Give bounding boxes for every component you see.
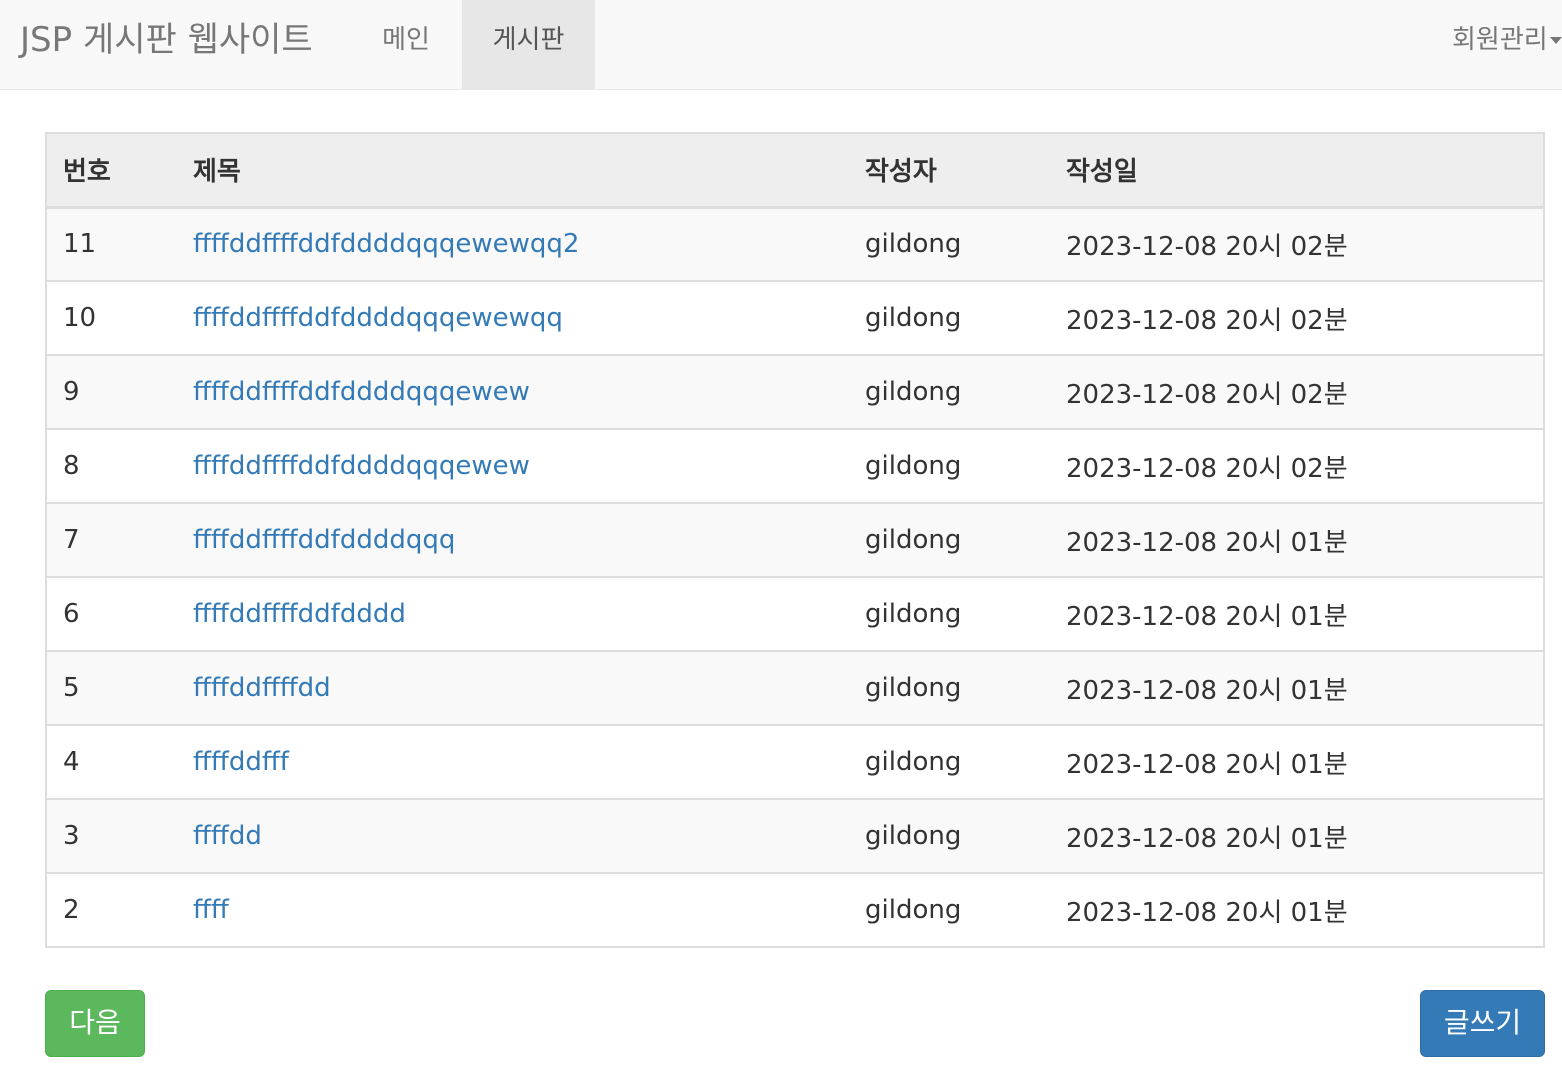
post-title-cell: ffffddfff (177, 724, 849, 799)
post-author: gildong (849, 872, 1050, 947)
post-date: 2023-12-08 20시 01분 (1050, 724, 1544, 799)
post-number: 7 (46, 502, 177, 577)
post-title-link[interactable]: ffffddfff (193, 747, 289, 777)
post-title-cell: ffffddffffddfddddqqqewewqq (177, 280, 849, 355)
member-menu-dropdown[interactable]: 회원관리 (1452, 0, 1562, 90)
table-row: 5 ffffddffffdd gildong 2023-12-08 20시 01분 (46, 650, 1544, 725)
post-author: gildong (849, 650, 1050, 725)
post-number: 6 (46, 576, 177, 651)
post-title-link[interactable]: ffffdd (193, 821, 262, 851)
post-title-cell: ffff (177, 872, 849, 947)
post-author: gildong (849, 798, 1050, 873)
post-author: gildong (849, 280, 1050, 355)
post-number: 2 (46, 872, 177, 947)
post-number: 8 (46, 428, 177, 503)
post-date: 2023-12-08 20시 01분 (1050, 576, 1544, 651)
post-title-cell: ffffddffffdd (177, 650, 849, 725)
table-row: 2 ffff gildong 2023-12-08 20시 01분 (46, 872, 1544, 947)
caret-down-icon (1549, 37, 1562, 44)
post-number: 5 (46, 650, 177, 725)
post-title-link[interactable]: ffff (193, 895, 229, 925)
table-row: 11 ffffddffffddfddddqqqewewqq2 gildong 2023… (46, 206, 1544, 281)
post-author: gildong (849, 428, 1050, 503)
post-title-cell: ffffdd (177, 798, 849, 873)
navbar: JSP 게시판 웹사이트 메인 게시판 회원관리 (0, 0, 1562, 90)
post-number: 10 (46, 280, 177, 355)
table-row: 7 ffffddffffddfddddqqq gildong 2023-12-08 2… (46, 502, 1544, 577)
header-date: 작성일 (1050, 133, 1544, 209)
header-number: 번호 (46, 133, 177, 209)
nav-item-board[interactable]: 게시판 (462, 0, 595, 90)
post-title-link[interactable]: ffffddffffddfddddqqq (193, 525, 455, 555)
post-date: 2023-12-08 20시 02분 (1050, 280, 1544, 355)
post-author: gildong (849, 206, 1050, 281)
table-row: 9 ffffddffffddfddddqqqewew gildong 2023-12-… (46, 354, 1544, 429)
board-body: 11 ffffddffffddfddddqqqewewqq2 gildong 2023… (46, 206, 1544, 947)
post-date: 2023-12-08 20시 02분 (1050, 354, 1544, 429)
post-number: 9 (46, 354, 177, 429)
post-title-cell: ffffddffffddfdddd (177, 576, 849, 651)
post-title-link[interactable]: ffffddffffddfddddqqqewew (193, 451, 530, 481)
post-author: gildong (849, 724, 1050, 799)
header-author: 작성자 (849, 133, 1050, 209)
table-row: 4 ffffddfff gildong 2023-12-08 20시 01분 (46, 724, 1544, 799)
post-title-link[interactable]: ffffddffffddfdddd (193, 599, 406, 629)
post-title-link[interactable]: ffffddffffddfddddqqqewewqq2 (193, 229, 579, 259)
post-title-cell: ffffddffffddfddddqqq (177, 502, 849, 577)
post-date: 2023-12-08 20시 01분 (1050, 798, 1544, 873)
post-date: 2023-12-08 20시 02분 (1050, 206, 1544, 281)
post-number: 4 (46, 724, 177, 799)
table-header-row: 번호 제목 작성자 작성일 (46, 133, 1544, 209)
table-row: 6 ffffddffffddfdddd gildong 2023-12-08 20시 … (46, 576, 1544, 651)
post-title-link[interactable]: ffffddffffddfddddqqqewewqq (193, 303, 563, 333)
header-title: 제목 (177, 133, 849, 209)
table-row: 8 ffffddffffddfddddqqqewew gildong 2023-12-… (46, 428, 1544, 503)
board-table: 번호 제목 작성자 작성일 11 ffffddffffddfddddqqqewew… (45, 132, 1545, 948)
next-page-button[interactable]: 다음 (45, 990, 145, 1057)
table-row: 3 ffffdd gildong 2023-12-08 20시 01분 (46, 798, 1544, 873)
member-menu-label: 회원관리 (1452, 25, 1548, 55)
post-date: 2023-12-08 20시 02분 (1050, 428, 1544, 503)
post-author: gildong (849, 502, 1050, 577)
post-title-link[interactable]: ffffddffffddfddddqqqewew (193, 377, 530, 407)
table-row: 10 ffffddffffddfddddqqqewewqq gildong 2023-… (46, 280, 1544, 355)
post-number: 3 (46, 798, 177, 873)
post-author: gildong (849, 576, 1050, 651)
post-date: 2023-12-08 20시 01분 (1050, 872, 1544, 947)
post-date: 2023-12-08 20시 01분 (1050, 650, 1544, 725)
site-brand[interactable]: JSP 게시판 웹사이트 (20, 0, 313, 90)
post-title-cell: ffffddffffddfddddqqqewewqq2 (177, 206, 849, 281)
post-title-cell: ffffddffffddfddddqqqewew (177, 428, 849, 503)
post-title-link[interactable]: ffffddffffdd (193, 673, 331, 703)
post-title-cell: ffffddffffddfddddqqqewew (177, 354, 849, 429)
post-number: 11 (46, 206, 177, 281)
write-post-button[interactable]: 글쓰기 (1420, 990, 1545, 1057)
nav-item-main[interactable]: 메인 (350, 0, 462, 90)
post-author: gildong (849, 354, 1050, 429)
post-date: 2023-12-08 20시 01분 (1050, 502, 1544, 577)
